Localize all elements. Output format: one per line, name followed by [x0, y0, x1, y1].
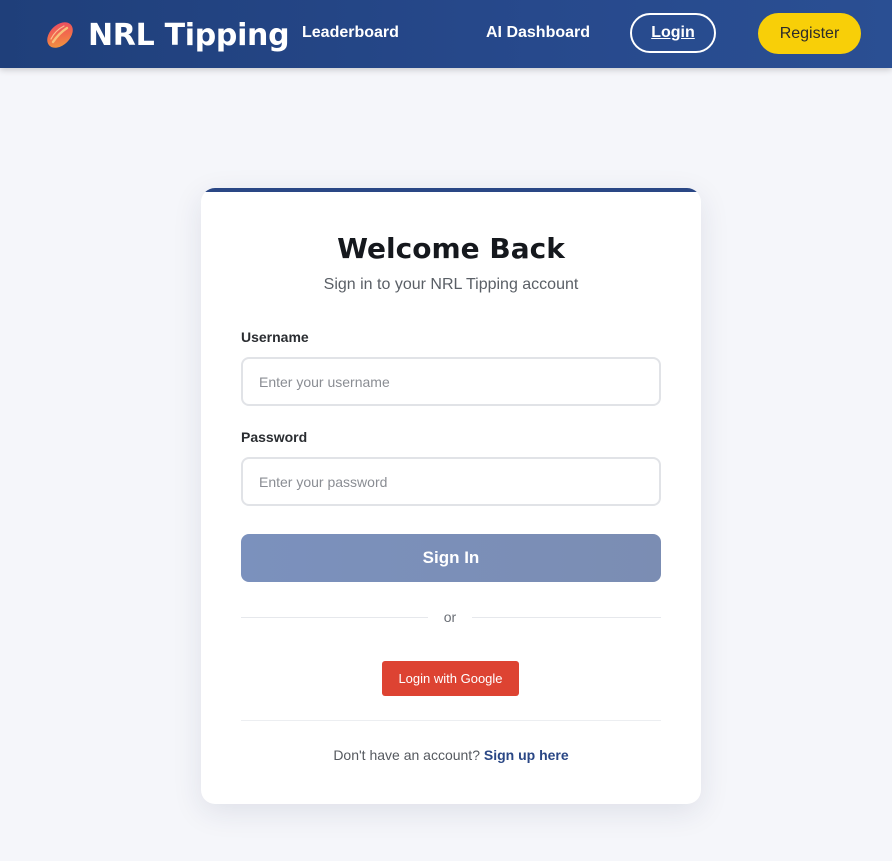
- divider-line-right: [472, 617, 661, 618]
- top-navbar: NRL Tipping Leaderboard AI Dashboard Log…: [0, 0, 892, 68]
- footer-divider: [241, 720, 661, 721]
- password-input[interactable]: [241, 457, 661, 506]
- signup-link[interactable]: Sign up here: [484, 747, 569, 763]
- google-login-button[interactable]: Login with Google: [382, 661, 519, 696]
- page-title: Welcome Back: [337, 232, 565, 265]
- register-button[interactable]: Register: [758, 13, 861, 54]
- divider-or-text: or: [443, 609, 457, 625]
- card-accent-bar: [201, 188, 701, 192]
- page-subtitle: Sign in to your NRL Tipping account: [323, 276, 579, 293]
- username-label: Username: [241, 329, 309, 345]
- nav-ai-dashboard-link[interactable]: AI Dashboard: [486, 24, 590, 42]
- sign-in-button[interactable]: Sign In: [241, 534, 661, 582]
- password-label: Password: [241, 429, 308, 445]
- login-button[interactable]: Login: [630, 13, 716, 53]
- brand-title: NRL Tipping: [88, 17, 290, 53]
- signup-prompt-text: Don't have an account?: [333, 747, 480, 763]
- login-card: Welcome Back Sign in to your NRL Tipping…: [201, 188, 701, 804]
- signup-prompt: Don't have an account? Sign up here: [201, 747, 701, 763]
- username-input[interactable]: [241, 357, 661, 406]
- rugby-ball-icon: [47, 22, 73, 48]
- brand[interactable]: NRL Tipping: [44, 17, 290, 53]
- divider-line-left: [241, 617, 428, 618]
- nav-leaderboard-link[interactable]: Leaderboard: [302, 24, 399, 42]
